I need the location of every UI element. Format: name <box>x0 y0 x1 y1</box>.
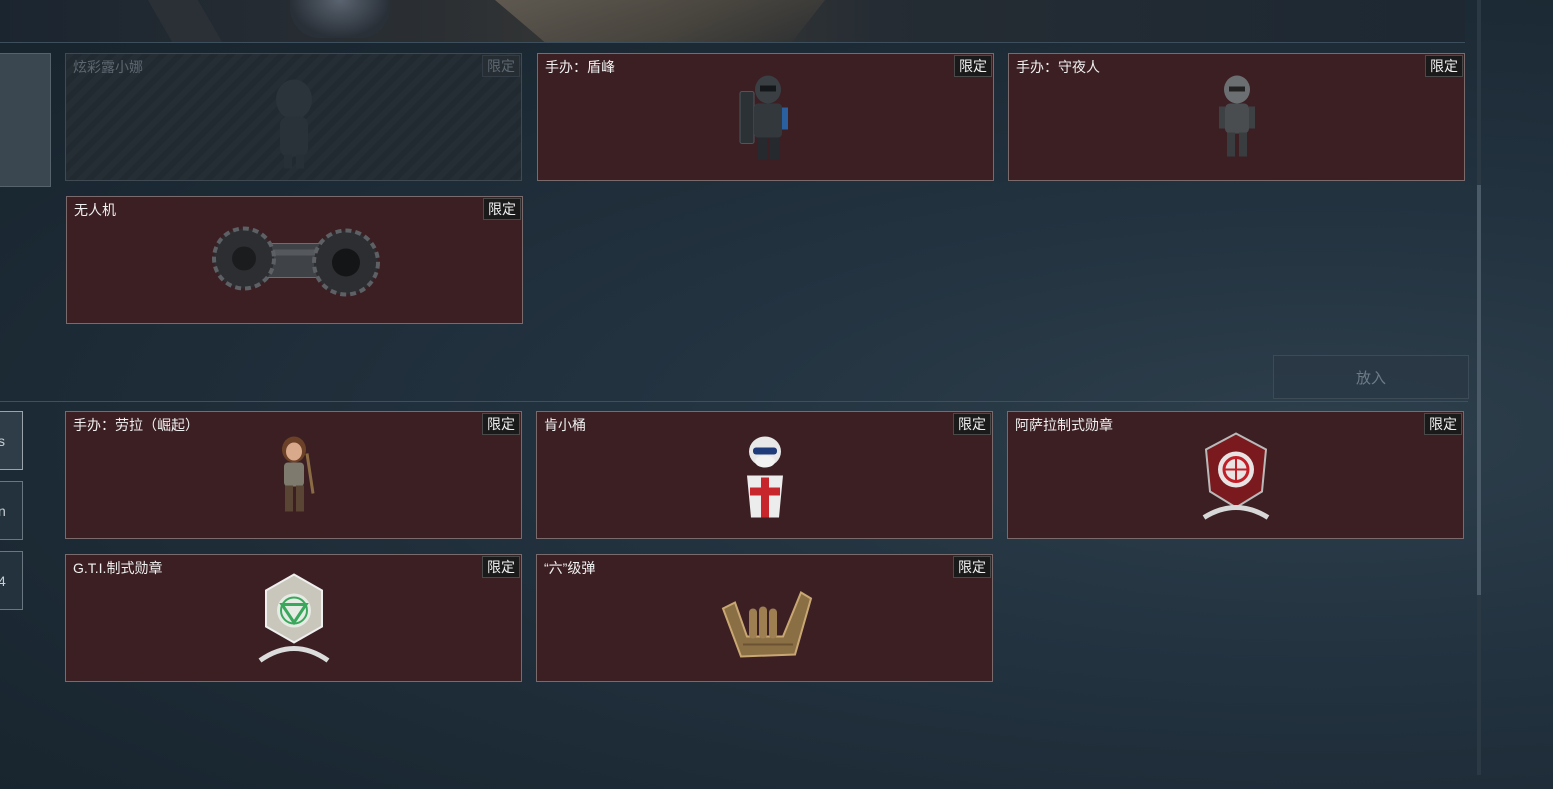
limited-badge: 限定 <box>483 198 521 220</box>
item-card-liu-ji-dan[interactable]: “六”级弹 限定 <box>536 554 993 682</box>
card-title: 手办：守夜人 <box>1016 59 1100 75</box>
left-tab-1-label: s <box>0 432 5 449</box>
colonel-figure-icon <box>737 431 793 524</box>
limited-badge: 限定 <box>482 413 520 435</box>
card-title: 手办：盾峰 <box>545 59 615 75</box>
card-title: 无人机 <box>74 202 116 218</box>
item-card-dunfeng[interactable]: 手办：盾峰 限定 <box>537 53 994 181</box>
drone-wheels-icon <box>210 213 380 312</box>
limited-badge: 限定 <box>1424 413 1462 435</box>
gesture-hand-icon <box>713 574 817 667</box>
night-watchman-figure-icon <box>1215 72 1259 167</box>
card-title: 阿萨拉制式勋章 <box>1015 417 1113 433</box>
left-tab-2-label: n <box>0 502 6 519</box>
item-card-asala-medal[interactable]: 阿萨拉制式勋章 限定 <box>1007 411 1464 539</box>
limited-badge: 限定 <box>953 556 991 578</box>
left-tab-3[interactable]: 4 <box>0 551 23 610</box>
section-divider <box>0 401 1468 402</box>
item-card-shouyeren[interactable]: 手办：守夜人 限定 <box>1008 53 1465 181</box>
card-title: G.T.I.制式勋章 <box>73 560 163 576</box>
red-medal-icon <box>1196 427 1276 528</box>
card-title: “六”级弹 <box>544 560 596 576</box>
limited-badge: 限定 <box>482 556 520 578</box>
banner-shape <box>147 0 223 42</box>
shield-soldier-figure-icon <box>738 71 794 168</box>
limited-badge: 限定 <box>954 55 992 77</box>
lara-figure-icon <box>269 433 319 522</box>
item-card-kenxiaotong[interactable]: 肯小桶 限定 <box>536 411 993 539</box>
limited-badge: 限定 <box>953 413 991 435</box>
top-banner-image <box>0 0 1465 43</box>
item-card-gti-medal[interactable]: G.T.I.制式勋章 限定 <box>65 554 522 682</box>
banner-character-cloth <box>495 0 825 42</box>
place-in-button[interactable]: 放入 <box>1273 355 1469 399</box>
scrollbar-thumb[interactable] <box>1477 185 1481 595</box>
card-title: 手办：劳拉（崛起） <box>73 417 199 433</box>
card-title: 肯小桶 <box>544 417 586 433</box>
card-title: 炫彩露小娜 <box>73 59 143 75</box>
figure-icon <box>264 75 324 180</box>
left-side-panel[interactable] <box>0 53 51 187</box>
left-tab-1[interactable]: s <box>0 411 23 470</box>
limited-badge: 限定 <box>1425 55 1463 77</box>
banner-character-boots <box>290 0 390 38</box>
item-card-wurenji[interactable]: 无人机 限定 <box>66 196 523 324</box>
item-card-laola[interactable]: 手办：劳拉（崛起） 限定 <box>65 411 522 539</box>
limited-badge: 限定 <box>482 55 520 77</box>
left-tab-3-label: 4 <box>0 572 6 589</box>
item-card-xuancai-luxiaona[interactable]: 炫彩露小娜 限定 <box>65 53 522 181</box>
left-tab-2[interactable]: n <box>0 481 23 540</box>
green-medal-icon <box>254 570 334 671</box>
